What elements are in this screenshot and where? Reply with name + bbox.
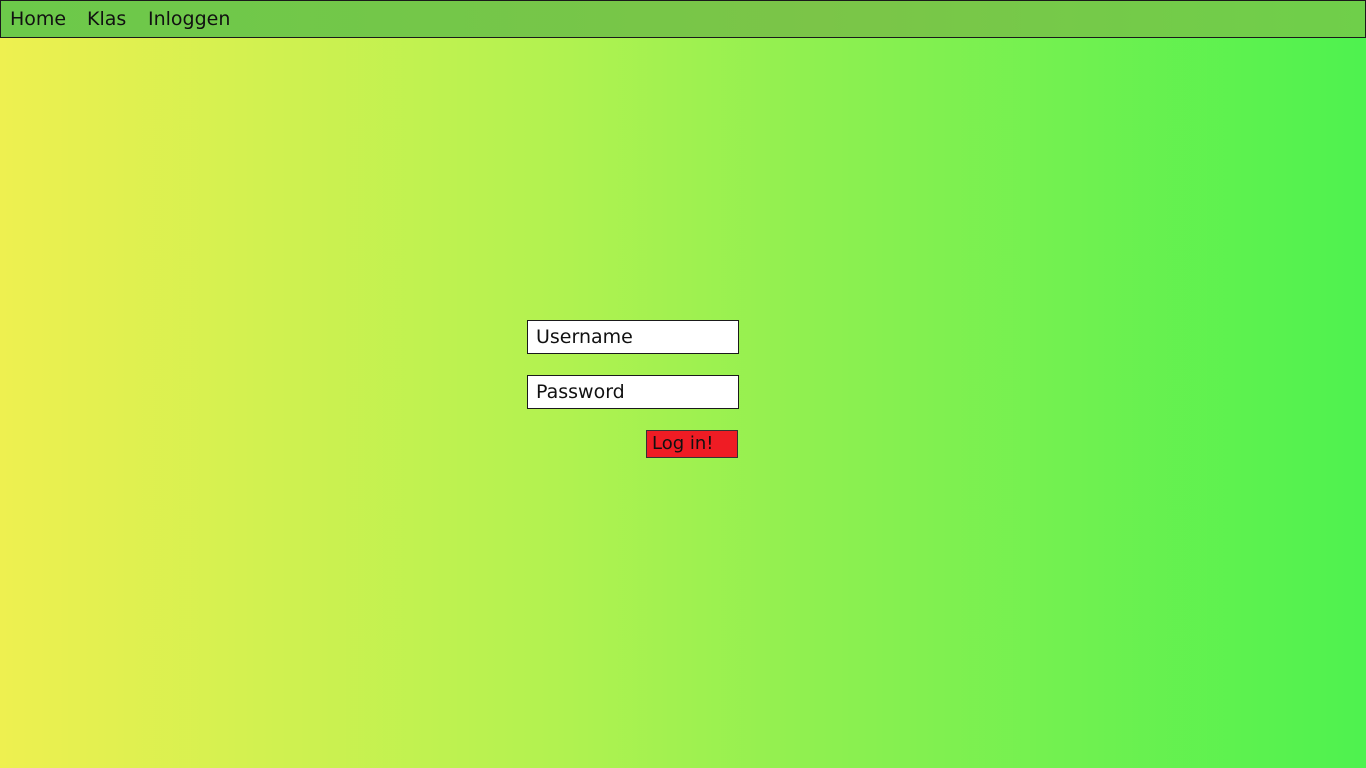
password-input[interactable] — [527, 375, 739, 409]
username-input[interactable] — [527, 320, 739, 354]
login-button[interactable]: Log in! — [646, 430, 738, 458]
nav-home-link[interactable]: Home — [10, 1, 66, 37]
nav-klas-link[interactable]: Klas — [87, 1, 126, 37]
nav-inloggen-link[interactable]: Inloggen — [148, 1, 230, 37]
top-navbar: Home Klas Inloggen — [0, 0, 1366, 38]
